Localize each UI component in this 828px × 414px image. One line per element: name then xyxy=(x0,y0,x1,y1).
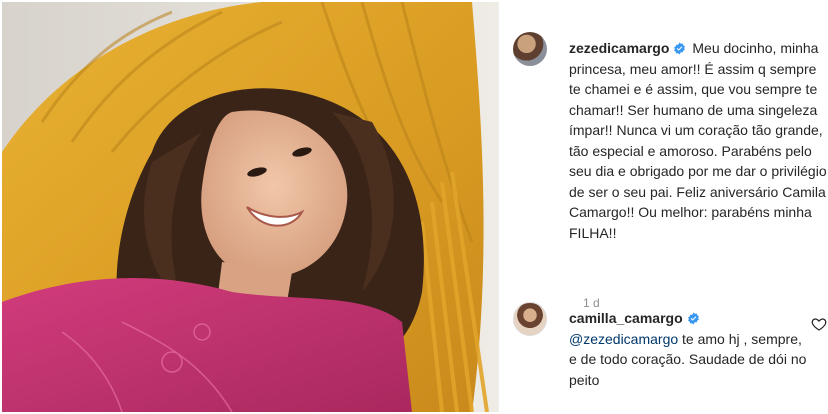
comment-mention[interactable]: @zezedicamargo xyxy=(569,331,678,347)
instagram-post-screenshot: zezedicamargo Meu docinho, minha princesa… xyxy=(0,0,828,414)
post-photo xyxy=(2,2,498,412)
verified-badge-icon xyxy=(687,312,699,325)
comment-username[interactable]: camilla_camargo xyxy=(569,310,683,326)
post-details-panel: zezedicamargo Meu docinho, minha princesa… xyxy=(498,2,827,412)
post-username[interactable]: zezedicamargo xyxy=(569,40,669,56)
caption-text-block: zezedicamargo Meu docinho, minha princesa… xyxy=(569,38,828,243)
heart-outline-icon[interactable] xyxy=(811,316,827,332)
avatar[interactable] xyxy=(513,302,547,336)
photo-woman-in-hammock xyxy=(2,2,498,412)
verified-badge-icon xyxy=(674,42,686,55)
comment-text-block: camilla_camargo @zezedicamargo te amo hj … xyxy=(569,308,809,390)
caption-text: Meu docinho, minha princesa, meu amor!! … xyxy=(569,40,827,241)
avatar[interactable] xyxy=(513,32,547,66)
